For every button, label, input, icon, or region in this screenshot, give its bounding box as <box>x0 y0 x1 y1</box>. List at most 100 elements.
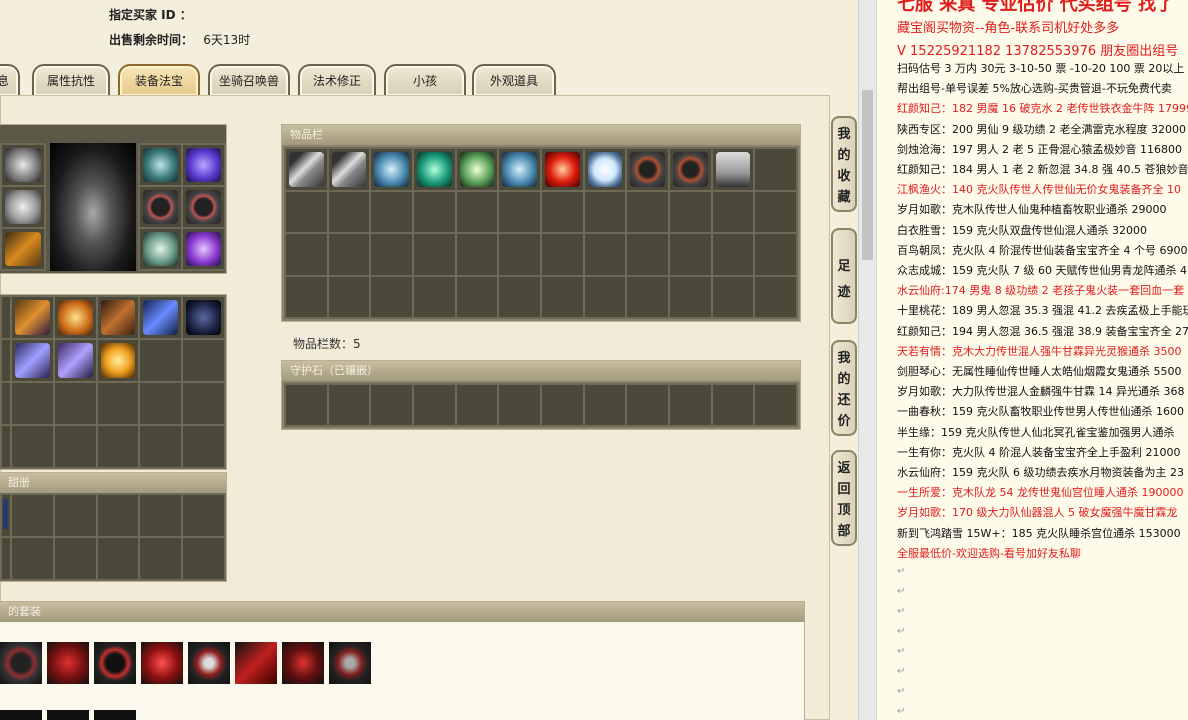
bag-slot[interactable] <box>183 426 224 467</box>
set-item[interactable] <box>0 710 42 720</box>
set-item[interactable] <box>47 642 89 684</box>
slot[interactable] <box>2 495 10 536</box>
item-slot[interactable] <box>328 234 370 275</box>
set-item[interactable] <box>47 710 89 720</box>
equip-slot[interactable] <box>140 229 181 269</box>
item-slot[interactable] <box>286 276 327 317</box>
item-slot[interactable] <box>286 234 327 275</box>
equip-slot[interactable] <box>2 229 44 269</box>
item-slot[interactable] <box>627 149 668 190</box>
item-slot[interactable] <box>414 149 455 190</box>
bag-slot[interactable] <box>97 426 139 467</box>
bag-slot[interactable] <box>54 426 96 467</box>
bag-slot[interactable] <box>12 340 53 381</box>
bag-slot[interactable] <box>140 297 182 338</box>
item-slot[interactable] <box>670 276 711 317</box>
set-item[interactable] <box>188 642 230 684</box>
slot[interactable] <box>140 538 182 579</box>
set-item[interactable] <box>0 642 42 684</box>
set-item[interactable] <box>329 642 371 684</box>
stone-slot[interactable] <box>584 385 626 425</box>
item-slot[interactable] <box>499 276 540 317</box>
item-slot[interactable] <box>542 191 583 232</box>
equip-slot[interactable] <box>2 187 44 227</box>
item-slot[interactable] <box>456 191 498 232</box>
equip-slot[interactable] <box>183 229 224 269</box>
item-slot[interactable] <box>371 276 412 317</box>
item-slot[interactable] <box>414 276 455 317</box>
side-nav-footprints[interactable]: 足迹 <box>831 228 857 324</box>
item-slot[interactable] <box>584 191 626 232</box>
stone-slot[interactable] <box>627 385 668 425</box>
item-slot[interactable] <box>328 149 370 190</box>
item-slot[interactable] <box>670 149 711 190</box>
bag-slot[interactable] <box>12 297 53 338</box>
text-document[interactable]: 七服 来真 专业估价 代买组号 找了 藏宝阁买物资--角色-联系司机好处多多 V … <box>876 0 1188 720</box>
equip-slot[interactable] <box>183 145 224 185</box>
tab-attributes[interactable]: 属性抗性 <box>32 64 110 96</box>
stone-slot[interactable] <box>712 385 754 425</box>
stone-slot[interactable] <box>371 385 412 425</box>
item-slot[interactable] <box>627 191 668 232</box>
stone-slot[interactable] <box>670 385 711 425</box>
equip-slot[interactable] <box>140 145 181 185</box>
item-slot[interactable] <box>542 276 583 317</box>
bag-slot[interactable] <box>183 383 224 424</box>
item-slot[interactable] <box>755 234 796 275</box>
tab-mounts-pets[interactable]: 坐骑召唤兽 <box>208 64 290 96</box>
item-slot[interactable] <box>584 234 626 275</box>
set-item[interactable] <box>94 710 136 720</box>
side-nav-back-to-top[interactable]: 返回顶部 <box>831 450 857 546</box>
stone-slot[interactable] <box>542 385 583 425</box>
item-slot[interactable] <box>499 234 540 275</box>
item-slot[interactable] <box>584 149 626 190</box>
item-slot[interactable] <box>286 149 327 190</box>
stone-slot[interactable] <box>286 385 327 425</box>
bag-slot[interactable] <box>54 340 96 381</box>
item-slot[interactable] <box>371 191 412 232</box>
slot[interactable] <box>183 495 224 536</box>
item-slot[interactable] <box>328 276 370 317</box>
slot[interactable] <box>12 495 53 536</box>
bag-slot[interactable] <box>54 297 96 338</box>
bag-slot[interactable] <box>140 383 182 424</box>
item-slot[interactable] <box>712 149 754 190</box>
bag-slot[interactable] <box>12 383 53 424</box>
item-slot[interactable] <box>627 234 668 275</box>
set-item[interactable] <box>235 642 277 684</box>
bag-slot[interactable] <box>97 297 139 338</box>
item-slot[interactable] <box>755 149 796 190</box>
item-slot[interactable] <box>371 234 412 275</box>
page-scrollbar-thumb[interactable] <box>862 90 873 260</box>
set-item[interactable] <box>94 642 136 684</box>
side-nav-my-offers[interactable]: 我的还价 <box>831 340 857 436</box>
item-slot[interactable] <box>712 191 754 232</box>
page-scrollbar[interactable] <box>858 0 876 720</box>
item-slot[interactable] <box>456 276 498 317</box>
item-slot[interactable] <box>712 234 754 275</box>
item-slot[interactable] <box>627 276 668 317</box>
tab-equipment[interactable]: 装备法宝 <box>118 64 200 96</box>
item-slot[interactable] <box>456 234 498 275</box>
item-slot[interactable] <box>670 191 711 232</box>
set-item[interactable] <box>141 642 183 684</box>
bag-slot[interactable] <box>2 383 10 424</box>
item-slot[interactable] <box>499 191 540 232</box>
slot[interactable] <box>97 538 139 579</box>
stone-slot[interactable] <box>414 385 455 425</box>
bag-slot[interactable] <box>140 426 182 467</box>
bag-slot[interactable] <box>2 426 10 467</box>
bag-slot[interactable] <box>183 340 224 381</box>
bag-slot[interactable] <box>97 340 139 381</box>
item-slot[interactable] <box>286 191 327 232</box>
slot[interactable] <box>183 538 224 579</box>
bag-slot[interactable] <box>97 383 139 424</box>
slot[interactable] <box>54 495 96 536</box>
bag-slot[interactable] <box>12 426 53 467</box>
equip-slot[interactable] <box>2 145 44 185</box>
bag-slot[interactable] <box>54 383 96 424</box>
slot[interactable] <box>12 538 53 579</box>
item-slot[interactable] <box>414 234 455 275</box>
item-slot[interactable] <box>456 149 498 190</box>
item-slot[interactable] <box>584 276 626 317</box>
